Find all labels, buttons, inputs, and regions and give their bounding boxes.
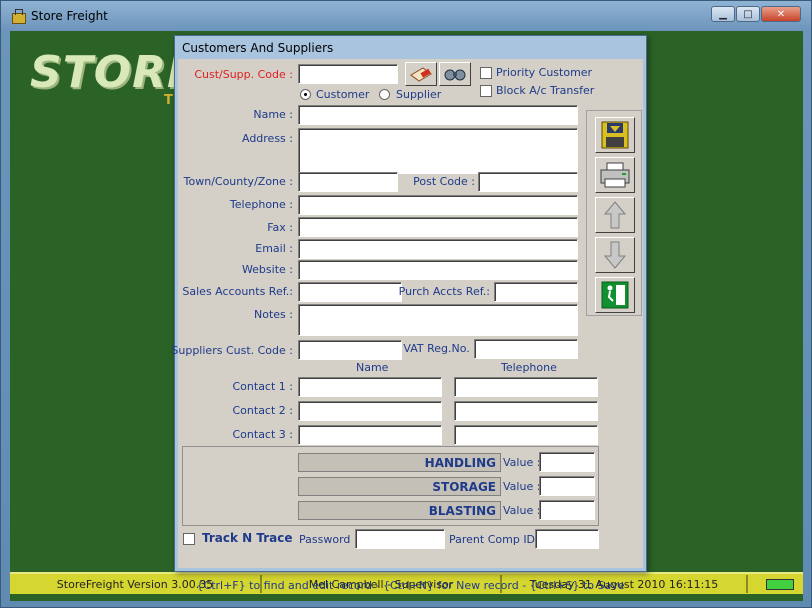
binoculars-icon (444, 69, 466, 81)
exit-button[interactable] (595, 277, 635, 313)
password-input[interactable] (355, 529, 445, 549)
contact-1-label: Contact 1 : (232, 380, 294, 393)
handling-bar: HANDLING (298, 453, 501, 472)
edit-button[interactable] (405, 62, 437, 86)
contact-2-label: Contact 2 : (232, 404, 294, 417)
address-input[interactable] (298, 128, 578, 174)
handling-value-input[interactable] (539, 452, 595, 472)
notes-label: Notes : (254, 308, 293, 321)
town-label: Town/County/Zone : (183, 175, 293, 188)
save-button[interactable] (595, 117, 635, 153)
vat-label: VAT Reg.No. : (403, 342, 477, 355)
dialog-title: Customers And Suppliers (182, 41, 334, 55)
storage-bar: STORAGE (298, 477, 501, 496)
status-indicator (766, 578, 794, 590)
blasting-value-input[interactable] (539, 500, 595, 520)
contact-3-label: Contact 3 : (232, 428, 294, 441)
close-button[interactable]: ✕ (761, 6, 801, 22)
notes-input[interactable] (298, 304, 578, 336)
find-button[interactable] (439, 62, 471, 86)
website-label: Website : (241, 263, 293, 276)
suppliers-code-label: Suppliers Cust. Code : (171, 344, 293, 357)
supplier-radio[interactable] (379, 89, 390, 100)
code-label: Cust/Supp. Code : (194, 68, 293, 81)
postcode-input[interactable] (478, 172, 578, 192)
window-controls: ▁ □ ✕ (711, 6, 801, 22)
block-transfer-checkbox[interactable] (480, 85, 492, 97)
sales-ref-label: Sales Accounts Ref.: (182, 285, 293, 298)
name-label: Name : (253, 108, 293, 121)
name-input[interactable] (298, 105, 578, 125)
track-n-trace-label: Track N Trace (202, 531, 293, 545)
code-input[interactable] (298, 64, 398, 84)
email-label: Email : (255, 242, 293, 255)
block-transfer-label: Block A/c Transfer (496, 84, 595, 97)
telephone-label: Telephone : (229, 198, 293, 211)
window-title: Store Freight (31, 9, 108, 23)
purch-ref-label: Purch Accts Ref.: (398, 285, 490, 298)
contact-tel-header: Telephone (501, 361, 557, 374)
shortcut-hint: {Ctrl+F} to find and edit record - {Ctrl… (196, 579, 625, 592)
print-icon (600, 162, 630, 188)
postcode-label: Post Code : (413, 175, 475, 188)
edit-icon (410, 67, 432, 82)
priority-customer-label: Priority Customer (496, 66, 593, 79)
app-logo: STORE (30, 47, 199, 98)
blasting-bar: BLASTING (298, 501, 501, 520)
handling-value-label: Value : (503, 456, 541, 469)
parent-comp-label: Parent Comp ID: (449, 533, 539, 546)
contact-3-tel-input[interactable] (454, 425, 598, 445)
arrow-down-icon (604, 241, 626, 269)
email-input[interactable] (298, 239, 578, 259)
contact-name-header: Name (356, 361, 389, 374)
window-titlebar: Store Freight (11, 9, 108, 24)
fax-input[interactable] (298, 217, 578, 237)
password-label: Password : (299, 533, 358, 546)
print-button[interactable] (595, 157, 635, 193)
exit-icon (601, 281, 629, 309)
save-icon (601, 121, 629, 149)
next-record-button[interactable] (595, 237, 635, 273)
customer-radio-label: Customer (316, 88, 370, 101)
parent-comp-input[interactable] (535, 529, 599, 549)
telephone-input[interactable] (298, 195, 578, 215)
contact-2-name-input[interactable] (298, 401, 442, 421)
contact-1-tel-input[interactable] (454, 377, 598, 397)
toolbar-panel (586, 110, 642, 316)
customers-suppliers-dialog: Customers And Suppliers Cust/Supp. Code … (171, 35, 647, 592)
maximize-button[interactable]: □ (736, 6, 760, 22)
contact-1-name-input[interactable] (298, 377, 442, 397)
customer-radio[interactable] (300, 89, 311, 100)
purch-ref-input[interactable] (494, 282, 578, 302)
storage-value-label: Value : (503, 480, 541, 493)
track-n-trace-checkbox[interactable] (183, 533, 195, 545)
website-input[interactable] (298, 260, 578, 280)
minimize-button[interactable]: ▁ (711, 6, 735, 22)
dialog-body: Cust/Supp. Code : Priority Customer Bloc… (171, 59, 643, 592)
contact-3-name-input[interactable] (298, 425, 442, 445)
blasting-value-label: Value : (503, 504, 541, 517)
sales-ref-input[interactable] (298, 282, 402, 302)
contact-2-tel-input[interactable] (454, 401, 598, 421)
storage-value-input[interactable] (539, 476, 595, 496)
vat-input[interactable] (474, 339, 578, 359)
previous-record-button[interactable] (595, 197, 635, 233)
address-label: Address : (241, 132, 293, 145)
suppliers-code-input[interactable] (298, 340, 402, 360)
town-input[interactable] (298, 172, 398, 192)
fax-label: Fax : (267, 221, 293, 234)
arrow-up-icon (604, 201, 626, 229)
supplier-radio-label: Supplier (396, 88, 442, 101)
app-icon (11, 9, 26, 24)
priority-customer-checkbox[interactable] (480, 67, 492, 79)
charges-section: HANDLING Value : STORAGE Value : BLASTIN… (182, 446, 599, 526)
